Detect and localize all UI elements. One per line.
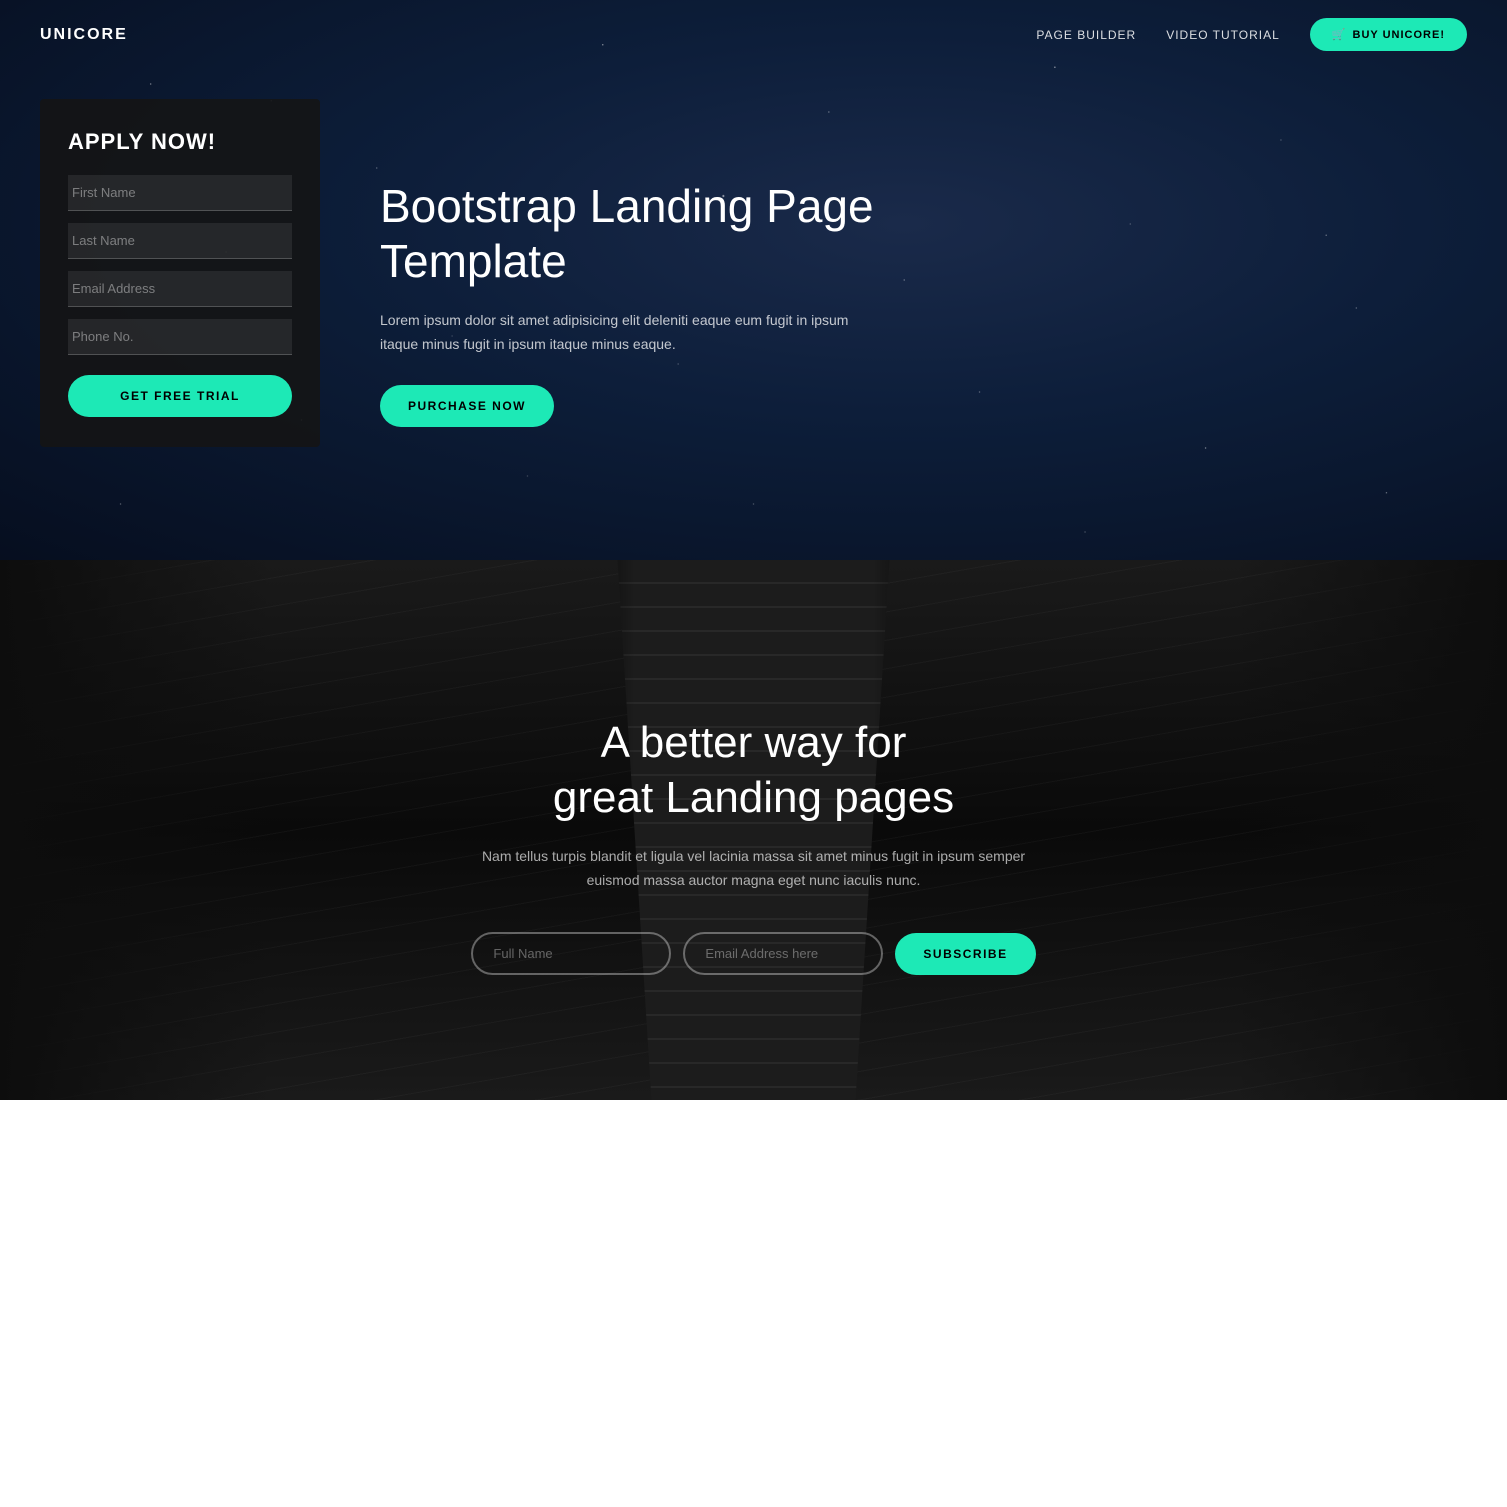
hero-description: Lorem ipsum dolor sit amet adipisicing e… xyxy=(380,309,880,357)
hero-text-block: Bootstrap Landing Page Template Lorem ip… xyxy=(380,99,880,427)
subscribe-email-input[interactable] xyxy=(683,932,883,975)
phone-input[interactable] xyxy=(68,319,292,355)
first-name-input[interactable] xyxy=(68,175,292,211)
escalator-description: Nam tellus turpis blandit et ligula vel … xyxy=(464,845,1044,893)
page-builder-link[interactable]: PAGE BUILDER xyxy=(1036,28,1136,42)
video-tutorial-link[interactable]: VIDEO TUTORIAL xyxy=(1166,28,1280,42)
escalator-title: A better way for great Landing pages xyxy=(464,715,1044,825)
subscribe-fullname-input[interactable] xyxy=(471,932,671,975)
nav-links: PAGE BUILDER VIDEO TUTORIAL 🛒 BUY UNICOR… xyxy=(1036,18,1467,51)
form-title: APPLY NOW! xyxy=(68,129,292,155)
buy-unicore-button[interactable]: 🛒 BUY UNICORE! xyxy=(1310,18,1467,51)
escalator-section: A better way for great Landing pages Nam… xyxy=(0,560,1507,1100)
escalator-content: A better way for great Landing pages Nam… xyxy=(424,635,1084,1026)
hero-title: Bootstrap Landing Page Template xyxy=(380,179,880,289)
email-input[interactable] xyxy=(68,271,292,307)
hero-section: UNICORE PAGE BUILDER VIDEO TUTORIAL 🛒 BU… xyxy=(0,0,1507,560)
get-free-trial-button[interactable]: GET FREE TRIAL xyxy=(68,375,292,417)
purchase-now-button[interactable]: PURCHASE NOW xyxy=(380,385,554,427)
last-name-input[interactable] xyxy=(68,223,292,259)
subscribe-button[interactable]: SUBSCRIBE xyxy=(895,933,1035,975)
hero-content: APPLY NOW! GET FREE TRIAL Bootstrap Land… xyxy=(0,69,1507,507)
cart-icon: 🛒 xyxy=(1332,28,1347,41)
navbar: UNICORE PAGE BUILDER VIDEO TUTORIAL 🛒 BU… xyxy=(0,0,1507,69)
apply-form-card: APPLY NOW! GET FREE TRIAL xyxy=(40,99,320,447)
subscribe-row: SUBSCRIBE xyxy=(464,932,1044,975)
brand-logo: UNICORE xyxy=(40,26,128,44)
